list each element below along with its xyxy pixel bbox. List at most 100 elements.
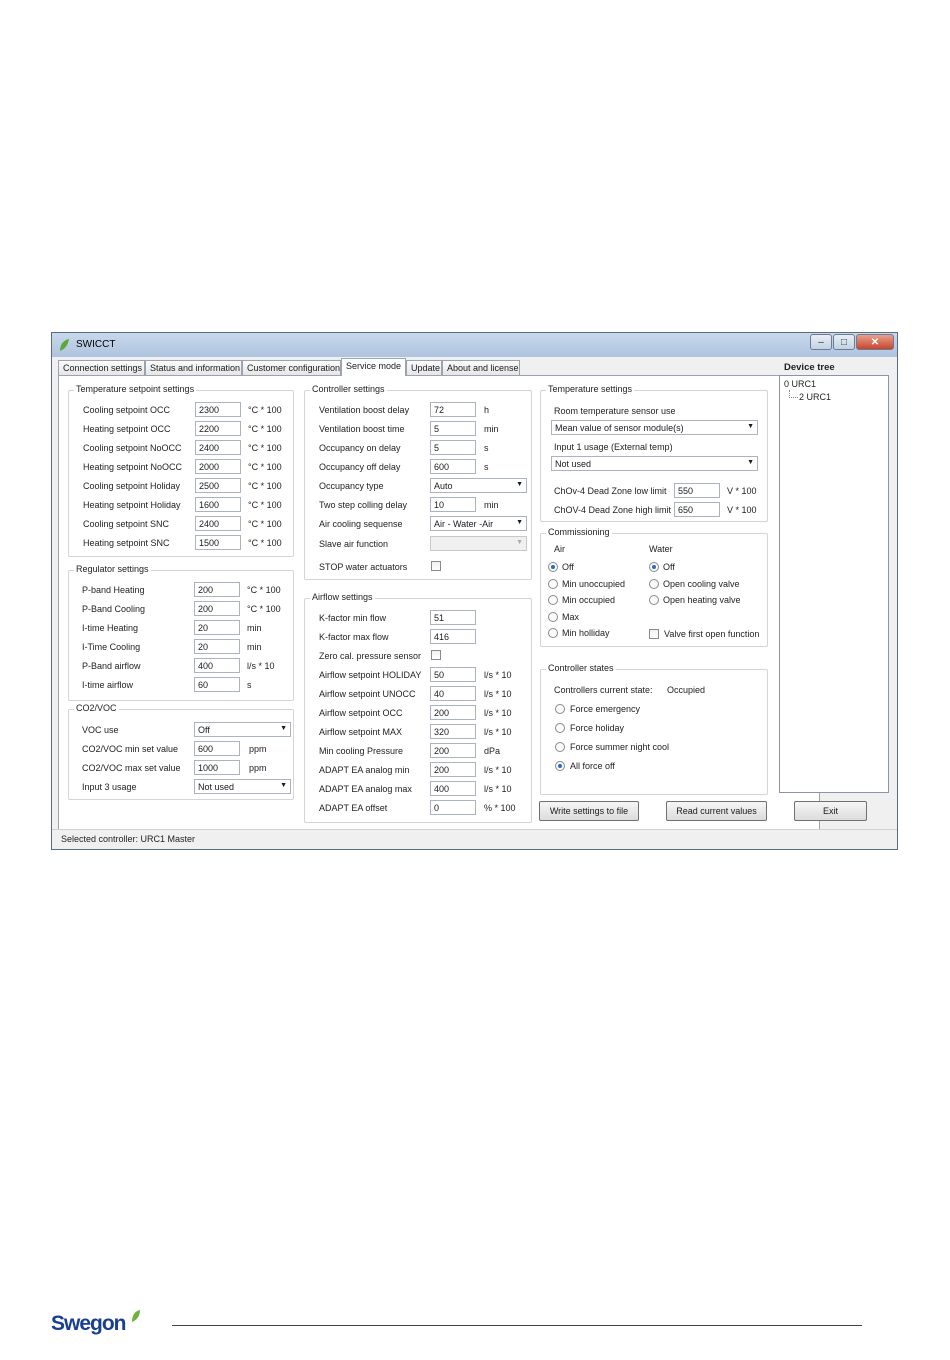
read-values-button[interactable]: Read current values [666,801,767,821]
zero-cal-checkbox[interactable] [431,650,441,660]
dead-zone-high-input[interactable]: 650 [674,502,720,517]
chevron-down-icon: ▼ [516,481,523,488]
airflow-setpoint-unocc-input[interactable]: 40 [430,686,476,701]
write-settings-button[interactable]: Write settings to file [539,801,639,821]
stop-water-checkbox[interactable] [431,561,441,571]
input1-select[interactable]: Not used ▼ [551,456,758,471]
dead-zone-low-input[interactable]: 550 [674,483,720,498]
occupancy-on-delay-unit: s [484,443,489,453]
occupancy-on-delay-input[interactable]: 5 [430,440,476,455]
adapt-ea-analog-max-input[interactable]: 400 [430,781,476,796]
air-header: Air [554,544,565,554]
adapt-ea-offset-input[interactable]: 0 [430,800,476,815]
window-title: SWICCT [76,339,116,350]
min-cooling-pressure-unit: dPa [484,746,501,756]
adapt-ea-offset-unit: % * 100 [484,803,516,813]
i-time-cooling-input[interactable]: 20 [194,639,240,654]
tab-service-mode[interactable]: Service mode [341,358,406,376]
exit-button[interactable]: Exit [794,801,867,821]
cooling-setpoint-noocc-input[interactable]: 2400 [195,440,241,455]
state-radio-all-force-off[interactable] [555,761,565,771]
air-cooling-select[interactable]: Air - Water -Air ▼ [430,516,527,531]
tree-node-root[interactable]: 0 URC1 [784,379,816,389]
air-radio-min-unoccupied[interactable] [548,578,558,589]
cooling-setpoint-occ-input[interactable]: 2300 [195,402,241,417]
voc-use-label: VOC use [82,725,119,735]
room-sensor-select[interactable]: Mean value of sensor module(s) ▼ [551,420,758,435]
i-time-heating-input[interactable]: 20 [194,620,240,635]
heating-setpoint-snc-input[interactable]: 1500 [195,535,241,550]
airflow-setpoint-max-label: Airflow setpoint MAX [319,727,403,737]
occupancy-off-delay-label: Occupancy off delay [319,462,401,472]
voc-use-select[interactable]: Off ▼ [194,722,291,737]
state-radio-force-summer-night-cool[interactable] [555,742,565,752]
group-title: Airflow settings [310,592,375,602]
input3-select[interactable]: Not used ▼ [194,779,291,794]
cooling-setpoint-holiday-input[interactable]: 2500 [195,478,241,493]
occupancy-off-delay-input[interactable]: 600 [430,459,476,474]
water-radio-open-heating-valve[interactable] [649,595,659,605]
heating-setpoint-snc-label: Heating setpoint SNC [83,538,170,548]
title-bar: SWICCT – □ ✕ [52,333,897,357]
cooling-setpoint-snc-input[interactable]: 2400 [195,516,241,531]
airflow-setpoint-occ-input[interactable]: 200 [430,705,476,720]
co2-min-label: CO2/VOC min set value [82,744,179,754]
co2-min-unit: ppm [249,744,267,754]
input3-value: Not used [198,782,235,792]
tree-connector [789,397,798,398]
k-factor-min-flow-input[interactable]: 51 [430,610,476,625]
group-title: Regulator settings [74,564,151,574]
tab-status-and-information[interactable]: Status and information [145,360,242,375]
co2-max-input[interactable]: 1000 [194,760,240,775]
tab-about-and-license[interactable]: About and license [442,360,520,375]
heating-setpoint-holiday-input[interactable]: 1600 [195,497,241,512]
state-radio-force-holiday[interactable] [555,723,565,733]
maximize-icon: □ [840,336,848,348]
p-band-heating-unit: °C * 100 [247,585,281,595]
maximize-button[interactable]: □ [833,334,855,350]
airflow-setpoint-holiday-label: Airflow setpoint HOLIDAY [319,670,422,680]
occupancy-type-select[interactable]: Auto ▼ [430,478,527,493]
tab-connection-settings[interactable]: Connection settings [58,360,145,375]
two-step-input[interactable]: 10 [430,497,476,512]
k-factor-max-flow-input[interactable]: 416 [430,629,476,644]
state-radio-force-emergency[interactable] [555,704,565,714]
cooling-setpoint-snc-unit: °C * 100 [248,519,282,529]
group-title: Controller settings [310,384,387,394]
tab-customer-configuration[interactable]: Customer configuration [242,360,341,375]
chevron-down-icon: ▼ [280,782,287,789]
p-band-airflow-input[interactable]: 400 [194,658,240,673]
air-radio-min-occupied[interactable] [548,595,558,605]
tree-node-child[interactable]: 2 URC1 [799,392,831,402]
airflow-setpoint-unocc-label: Airflow setpoint UNOCC [319,689,416,699]
water-radio-off[interactable] [649,562,659,572]
minimize-button[interactable]: – [810,334,832,350]
airflow-setpoint-holiday-input[interactable]: 50 [430,667,476,682]
valve-first-checkbox[interactable] [649,629,659,639]
air-radio-min-holliday[interactable] [548,628,558,638]
p-band-airflow-label: P-Band airflow [82,661,141,671]
heating-setpoint-noocc-input[interactable]: 2000 [195,459,241,474]
air-radio-max[interactable] [548,611,558,622]
k-factor-min-flow-label: K-factor min flow [319,613,387,623]
airflow-setpoint-occ-label: Airflow setpoint OCC [319,708,403,718]
min-cooling-pressure-input[interactable]: 200 [430,743,476,758]
i-time-airflow-input[interactable]: 60 [194,677,240,692]
adapt-ea-analog-max-label: ADAPT EA analog max [319,784,412,794]
p-band-cooling-input[interactable]: 200 [194,601,240,616]
water-radio-open-cooling-valve[interactable] [649,578,659,589]
slave-air-select[interactable]: ▼ [430,536,527,551]
close-button[interactable]: ✕ [856,334,894,350]
heating-setpoint-occ-input[interactable]: 2200 [195,421,241,436]
airflow-setpoint-max-input[interactable]: 320 [430,724,476,739]
co2-min-input[interactable]: 600 [194,741,240,756]
i-time-cooling-label: I-Time Cooling [82,642,141,652]
tab-update[interactable]: Update [406,360,442,375]
adapt-ea-analog-min-input[interactable]: 200 [430,762,476,777]
p-band-heating-input[interactable]: 200 [194,582,240,597]
ventilation-boost-delay-input[interactable]: 72 [430,402,476,417]
occupancy-on-delay-label: Occupancy on delay [319,443,401,453]
air-radio-off[interactable] [548,562,558,572]
p-band-cooling-label: P-Band Cooling [82,604,146,614]
ventilation-boost-time-input[interactable]: 5 [430,421,476,436]
